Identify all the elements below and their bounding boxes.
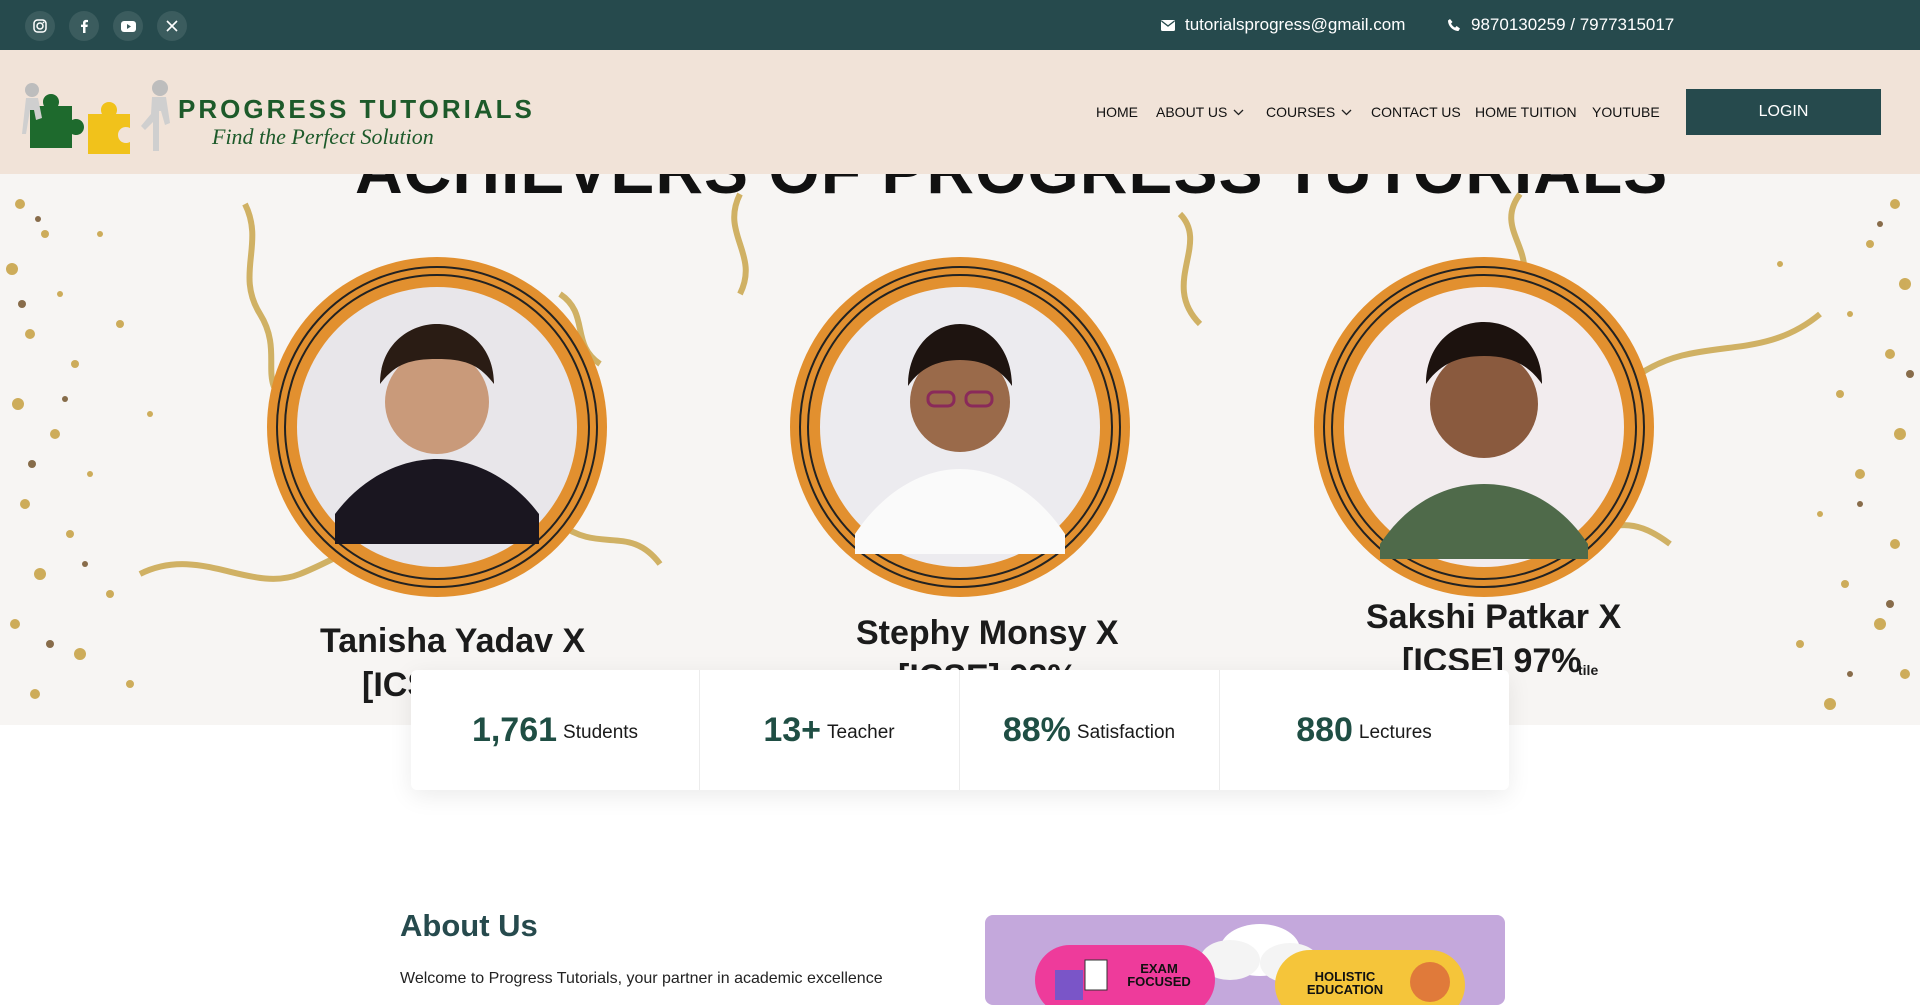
about-text: Welcome to Progress Tutorials, your part… <box>400 970 883 987</box>
envelope-icon <box>1161 19 1175 31</box>
nav-home-tuition[interactable]: HOME TUITION <box>1475 104 1577 120</box>
stat-value: 13+ <box>763 710 822 749</box>
nav-about-us[interactable]: ABOUT US <box>1156 104 1244 120</box>
stat-teacher: 13+ Teacher <box>699 670 959 790</box>
stat-value: 88% <box>1002 710 1071 749</box>
medal-3 <box>1314 257 1654 597</box>
achiever-3-suffix: tile <box>1578 662 1599 678</box>
stat-value: 1,761 <box>471 710 558 749</box>
top-bar: tutorialsprogress@gmail.com 9870130259 /… <box>0 0 1920 50</box>
login-button[interactable]: LOGIN <box>1686 89 1881 135</box>
facebook-icon[interactable] <box>69 11 99 41</box>
phone-icon <box>1448 19 1460 31</box>
nav-home[interactable]: HOME <box>1096 104 1138 120</box>
badge-exam-focused: EXAM FOCUSED <box>1127 961 1191 989</box>
stat-label: Teacher <box>827 722 895 743</box>
main-nav: HOME ABOUT US COURSES CONTACT US HOME TU… <box>0 50 1920 174</box>
medal-1 <box>267 257 607 597</box>
achiever-2-name: Stephy Monsy X <box>856 614 1119 652</box>
site-header: PROGRESS TUTORIALS Find the Perfect Solu… <box>0 50 1920 174</box>
stat-label: Students <box>563 722 639 743</box>
stat-lectures: 880 Lectures <box>1219 670 1509 790</box>
badge-holistic-education: HOLISTIC EDUCATION <box>1306 969 1384 997</box>
stat-students: 1,761 Students <box>411 670 699 790</box>
x-twitter-icon[interactable] <box>157 11 187 41</box>
stat-satisfaction: 88% Satisfaction <box>959 670 1219 790</box>
stat-label: Lectures <box>1358 722 1432 743</box>
email-contact[interactable]: tutorialsprogress@gmail.com <box>1161 0 1405 50</box>
achiever-3-name: Sakshi Patkar X <box>1366 598 1622 636</box>
chevron-down-icon <box>1341 109 1352 115</box>
login-label: LOGIN <box>1758 103 1809 120</box>
nav-courses[interactable]: COURSES <box>1266 104 1352 120</box>
phone-text: 9870130259 / 7977315017 <box>1471 15 1675 34</box>
chevron-down-icon <box>1233 109 1244 115</box>
nav-home-label: HOME <box>1096 104 1138 120</box>
nav-home-tuition-label: HOME TUITION <box>1475 104 1577 120</box>
stats-card: 1,761 Students 13+ Teacher 88% Satisfact… <box>411 670 1509 790</box>
phone-contact[interactable]: 9870130259 / 7977315017 <box>1447 0 1674 50</box>
nav-contact-us[interactable]: CONTACT US <box>1371 104 1461 120</box>
achievers-banner: ACHIEVERS OF PROGRESS TUTORIALS Tanisha … <box>0 174 1920 725</box>
stat-value: 880 <box>1296 710 1353 749</box>
achiever-1-name: Tanisha Yadav X <box>320 622 586 660</box>
about-feature-card: EXAM FOCUSED HOLISTIC EDUCATION <box>985 915 1505 1005</box>
about-title: About Us <box>400 908 538 943</box>
medal-2 <box>790 257 1130 597</box>
email-text: tutorialsprogress@gmail.com <box>1185 15 1406 34</box>
nav-courses-label: COURSES <box>1266 104 1336 120</box>
feature-illustration <box>1035 924 1465 1005</box>
instagram-icon[interactable] <box>25 11 55 41</box>
nav-contact-us-label: CONTACT US <box>1371 104 1461 120</box>
hero-title: ACHIEVERS OF PROGRESS TUTORIALS <box>355 174 1668 208</box>
nav-about-us-label: ABOUT US <box>1156 104 1228 120</box>
nav-youtube-label: YOUTUBE <box>1592 104 1660 120</box>
stat-label: Satisfaction <box>1076 722 1176 743</box>
youtube-icon[interactable] <box>113 11 143 41</box>
nav-youtube[interactable]: YOUTUBE <box>1592 104 1660 120</box>
